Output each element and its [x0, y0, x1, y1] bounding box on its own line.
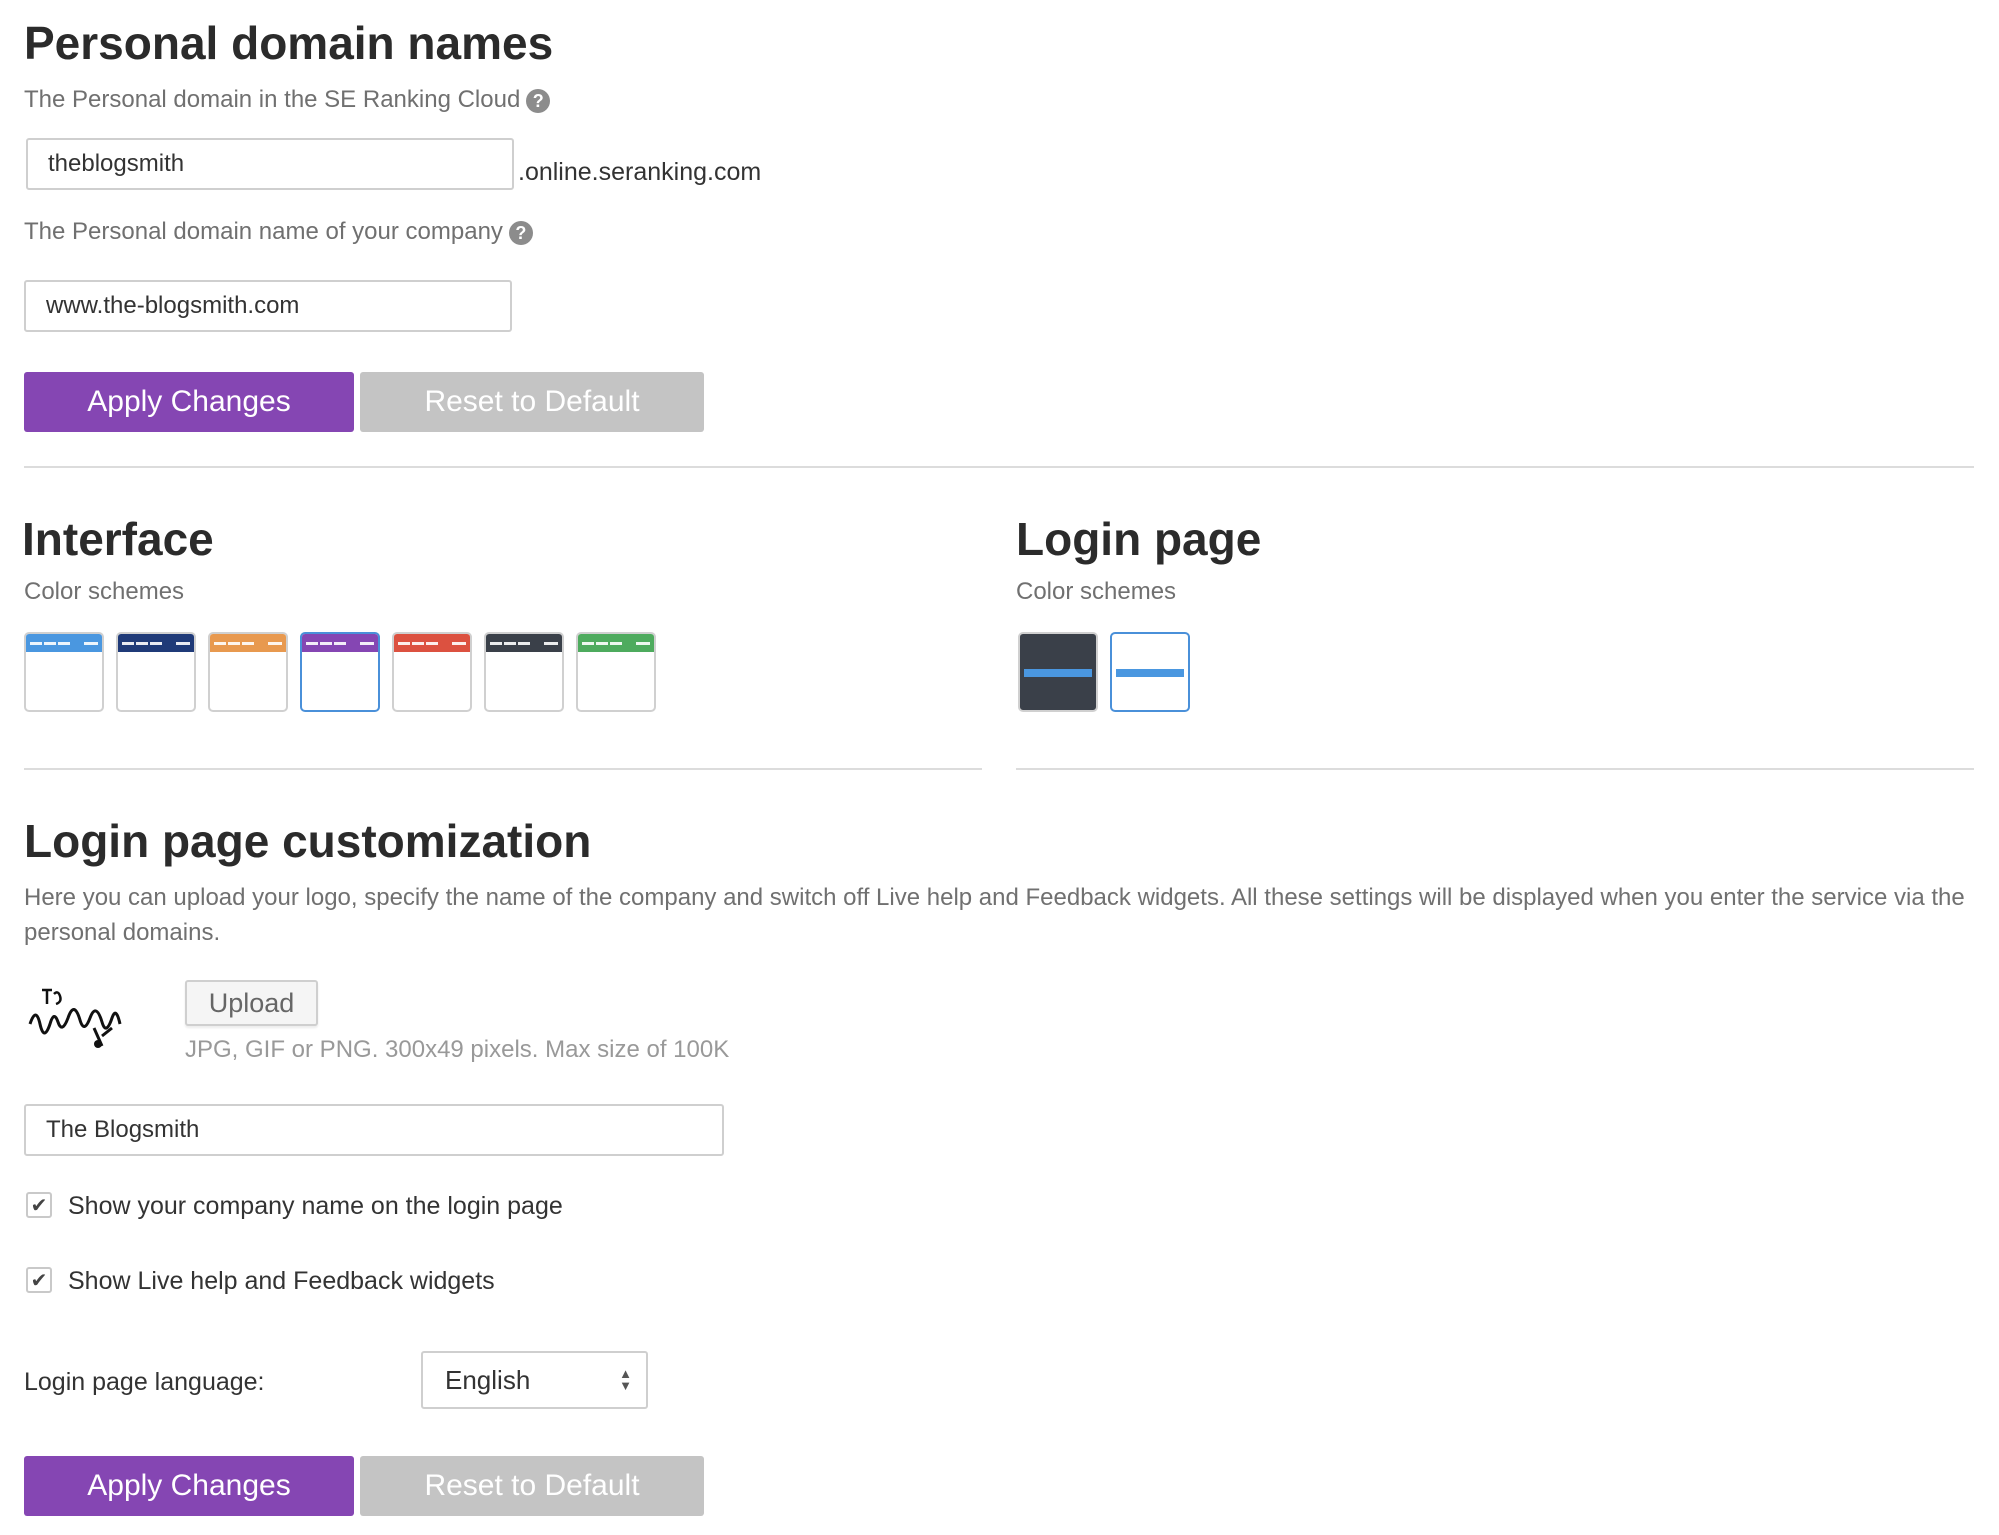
help-icon[interactable]: ? — [508, 220, 533, 245]
swatch-menu-line — [334, 642, 346, 645]
customization-description: Here you can upload your logo, specify t… — [24, 884, 1965, 946]
select-arrows-icon: ▲ ▼ — [619, 1366, 632, 1393]
interface-color-scheme-swatch[interactable] — [208, 632, 288, 712]
swatch-menu-line — [518, 642, 530, 645]
reset-to-default-button[interactable]: Reset to Default — [360, 372, 704, 432]
swatch-menu-line — [176, 642, 190, 645]
login-page-title: Login page — [1016, 513, 1262, 565]
swatch-menu-line — [636, 642, 650, 645]
swatch-menu-line — [122, 642, 134, 645]
interface-color-scheme-swatch[interactable] — [392, 632, 472, 712]
swatch-header-bar — [210, 634, 286, 652]
interface-color-scheme-swatch[interactable] — [24, 632, 104, 712]
swatch-menu-line — [242, 642, 254, 645]
login-color-schemes-label: Color schemes — [1016, 578, 1177, 605]
swatch-menu-line — [58, 642, 70, 645]
swatch-menu-line — [582, 642, 594, 645]
interface-color-scheme-swatch[interactable] — [484, 632, 564, 712]
swatch-header-bar — [486, 634, 562, 652]
swatch-menu-line — [610, 642, 622, 645]
company-domain-label: The Personal domain name of your company… — [24, 218, 533, 246]
login-page-divider — [1016, 768, 1974, 770]
help-icon[interactable]: ? — [526, 88, 551, 113]
show-company-name-label: Show your company name on the login page — [68, 1192, 563, 1220]
swatch-menu-line — [214, 642, 226, 645]
swatch-menu-line — [84, 642, 98, 645]
show-widgets-label: Show Live help and Feedback widgets — [68, 1267, 495, 1295]
interface-color-schemes-label: Color schemes — [24, 578, 185, 605]
reset-to-default-button-bottom[interactable]: Reset to Default — [360, 1456, 704, 1516]
apply-changes-button[interactable]: Apply Changes — [24, 372, 354, 432]
login-color-scheme-swatch[interactable] — [1018, 632, 1098, 712]
company-domain-label-text: The Personal domain name of your company — [24, 218, 503, 245]
login-language-label: Login page language: — [24, 1368, 265, 1396]
swatch-menu-line — [490, 642, 502, 645]
login-color-scheme-swatch[interactable] — [1110, 632, 1190, 712]
swatch-header-bar — [578, 634, 654, 652]
company-logo — [24, 984, 134, 1050]
interface-title: Interface — [22, 513, 214, 565]
swatch-header-bar — [118, 634, 194, 652]
swatch-menu-line — [412, 642, 424, 645]
company-name-input[interactable] — [24, 1104, 724, 1156]
interface-divider — [24, 768, 982, 770]
cloud-domain-label-text: The Personal domain in the SE Ranking Cl… — [24, 86, 521, 113]
swatch-menu-line — [398, 642, 410, 645]
customization-title: Login page customization — [24, 815, 592, 867]
cloud-domain-label: The Personal domain in the SE Ranking Cl… — [24, 86, 551, 114]
swatch-menu-line — [228, 642, 240, 645]
swatch-menu-line — [320, 642, 332, 645]
swatch-menu-line — [452, 642, 466, 645]
upload-button[interactable]: Upload — [185, 980, 318, 1026]
login-language-value: English — [445, 1364, 531, 1395]
subdomain-suffix: .online.seranking.com — [518, 158, 762, 186]
blogsmith-logo-icon — [28, 988, 122, 1048]
swatch-stripe — [1024, 669, 1092, 677]
swatch-header-bar — [302, 634, 378, 652]
interface-color-scheme-swatch[interactable] — [116, 632, 196, 712]
interface-color-scheme-swatch[interactable] — [576, 632, 656, 712]
swatch-menu-line — [44, 642, 56, 645]
apply-changes-button-bottom[interactable]: Apply Changes — [24, 1456, 354, 1516]
swatch-menu-line — [268, 642, 282, 645]
interface-color-scheme-swatch[interactable] — [300, 632, 380, 712]
swatch-menu-line — [360, 642, 374, 645]
swatch-menu-line — [136, 642, 148, 645]
swatch-menu-line — [544, 642, 558, 645]
show-widgets-checkbox[interactable]: ✔ — [26, 1267, 52, 1293]
section-divider — [24, 466, 1974, 468]
personal-domains-title: Personal domain names — [24, 17, 554, 69]
swatch-menu-line — [30, 642, 42, 645]
swatch-header-bar — [394, 634, 470, 652]
swatch-header-bar — [26, 634, 102, 652]
upload-hint: JPG, GIF or PNG. 300x49 pixels. Max size… — [185, 1036, 730, 1063]
swatch-menu-line — [504, 642, 516, 645]
swatch-menu-line — [306, 642, 318, 645]
show-company-name-checkbox[interactable]: ✔ — [26, 1192, 52, 1218]
subdomain-input[interactable] — [26, 138, 514, 190]
swatch-menu-line — [150, 642, 162, 645]
company-domain-input[interactable] — [24, 280, 512, 332]
swatch-menu-line — [596, 642, 608, 645]
login-language-select[interactable]: English ▲ ▼ — [421, 1351, 648, 1409]
swatch-menu-line — [426, 642, 438, 645]
swatch-stripe — [1116, 669, 1184, 677]
